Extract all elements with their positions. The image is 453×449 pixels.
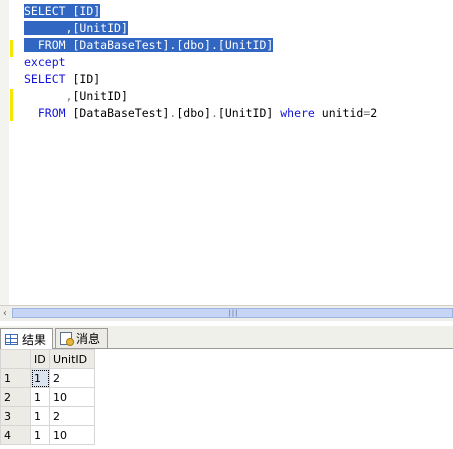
tab-results-label: 结果: [22, 332, 47, 347]
code-line[interactable]: SELECT [ID]: [24, 3, 101, 19]
change-marker: [10, 40, 13, 57]
sql-keyword: FROM: [37, 106, 66, 120]
code-line[interactable]: FROM [DataBaseTest].[dbo].[UnitID] where…: [24, 105, 377, 121]
cell-id[interactable]: 1: [30, 425, 50, 445]
code-line[interactable]: ,[UnitID]: [24, 20, 128, 36]
code-line[interactable]: SELECT [ID]: [24, 71, 100, 87]
code-text: ,[UnitID]: [24, 89, 128, 103]
code-line[interactable]: except: [24, 54, 66, 70]
results-grid[interactable]: ID UnitID 1 1 2 2 1 10 3 1 2 4 1 10: [0, 349, 453, 449]
tab-messages-label: 消息: [76, 332, 101, 346]
tab-messages[interactable]: 消息: [55, 328, 108, 348]
sql-keyword: SELECT: [24, 4, 66, 18]
scroll-grip: |||: [227, 309, 239, 317]
change-marker: [10, 89, 13, 121]
scroll-left-arrow[interactable]: ‹: [0, 306, 10, 321]
table-row[interactable]: 4 1 10: [0, 425, 95, 445]
sql-token: [dbo]: [176, 106, 211, 120]
header-row: ID UnitID: [0, 349, 95, 369]
grid-icon: [5, 333, 18, 345]
editor-margin: [0, 0, 9, 305]
message-icon: [60, 332, 74, 346]
code-line[interactable]: FROM [DataBaseTest].[dbo].[UnitID]: [24, 37, 274, 53]
column-header-id[interactable]: ID: [30, 349, 50, 369]
cell-unitid[interactable]: 10: [49, 387, 95, 407]
grid-corner[interactable]: [0, 349, 31, 369]
sql-token: [dbo]: [176, 38, 211, 52]
cell-id[interactable]: 1: [30, 406, 50, 426]
sql-token: 2: [370, 106, 378, 120]
results-tabbar: 结果 消息: [0, 326, 453, 349]
results-table: ID UnitID 1 1 2 2 1 10 3 1 2 4 1 10: [0, 349, 95, 445]
selected-code: ,[UnitID]: [24, 21, 128, 35]
cell-id[interactable]: 1: [30, 387, 50, 407]
table-row[interactable]: 2 1 10: [0, 387, 95, 407]
sql-token: [UnitID]: [217, 106, 281, 120]
row-header[interactable]: 1: [0, 368, 31, 388]
sql-token: [DataBaseTest]: [65, 106, 170, 120]
row-header[interactable]: 2: [0, 387, 31, 407]
selected-code: SELECT [ID]: [24, 4, 101, 18]
sql-keyword: except: [24, 55, 66, 69]
code-text: FROM [DataBaseTest].[dbo].[UnitID] where…: [24, 106, 377, 120]
sql-token: [UnitID]: [72, 21, 128, 35]
cell-unitid[interactable]: 2: [49, 368, 95, 388]
code-line[interactable]: ,[UnitID]: [24, 88, 128, 104]
tab-results[interactable]: 结果: [0, 328, 53, 349]
code-text: except: [24, 55, 66, 69]
row-header[interactable]: 3: [0, 406, 31, 426]
row-header[interactable]: 4: [0, 425, 31, 445]
selected-code: FROM [DataBaseTest].[dbo].[UnitID]: [24, 38, 274, 52]
sql-editor[interactable]: SELECT [ID] ,[UnitID] FROM [DataBaseTest…: [0, 0, 453, 305]
scroll-thumb[interactable]: |||: [12, 308, 453, 318]
sql-token: [UnitID]: [217, 38, 274, 52]
sql-token: [UnitID]: [72, 89, 128, 103]
table-row[interactable]: 112: [0, 368, 95, 388]
sql-token: .: [210, 38, 218, 52]
cell-unitid[interactable]: 2: [49, 406, 95, 426]
horizontal-scrollbar[interactable]: ‹ |||: [0, 305, 453, 321]
sql-token: [ID]: [65, 4, 101, 18]
sql-keyword: FROM: [37, 38, 66, 52]
column-header-unitid[interactable]: UnitID: [49, 349, 95, 369]
sql-token: unitid: [314, 106, 364, 120]
sql-keyword: where: [280, 106, 315, 120]
cell-unitid[interactable]: 10: [49, 425, 95, 445]
sql-token: [ID]: [65, 72, 101, 86]
sql-token: .: [210, 106, 218, 120]
sql-token: [DataBaseTest]: [65, 38, 170, 52]
sql-keyword: SELECT: [24, 72, 66, 86]
code-text: SELECT [ID]: [24, 72, 100, 86]
table-row[interactable]: 312: [0, 406, 95, 426]
cell-id[interactable]: 1: [30, 368, 50, 388]
